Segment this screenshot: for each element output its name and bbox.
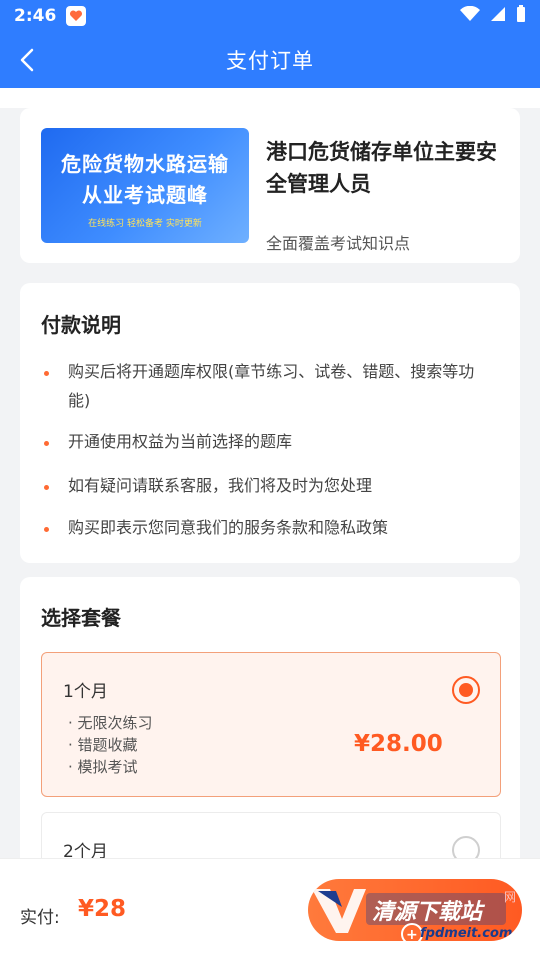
svg-text:+: + [406, 927, 418, 941]
bullet-dot [44, 527, 49, 532]
status-time: 2:46 [14, 6, 57, 26]
cover-line-1: 危险货物水路运输 [61, 152, 229, 176]
signal-icon [490, 6, 506, 27]
product-subtitle: 全面覆盖考试知识点 [266, 234, 411, 253]
plan-name: 2个月 [63, 842, 108, 858]
plan-option-1-month[interactable]: 1个月 · 无限次练习 · 错题收藏 · 模拟考试 ¥28.00 [41, 652, 501, 797]
payment-note-item: 开通使用权益为当前选择的题库 [68, 432, 293, 451]
scroll-content[interactable]: 危险货物水路运输 从业考试题峰 在线练习 轻松备考 实时更新 港口危货储存单位主… [0, 88, 540, 858]
plan-feature: · 模拟考试 [68, 758, 138, 776]
status-bar: 2:46 [0, 0, 540, 32]
radio-selected-icon[interactable] [452, 676, 480, 704]
bottom-pay-bar: 实付: ¥28 清源下载站 + fpdmeit.com 网 [0, 858, 540, 960]
payment-note-item: 购买后将开通题库权限(章节练习、试卷、错题、搜索等功能) [68, 362, 475, 410]
bullet-dot [44, 485, 49, 490]
payment-note-item: 如有疑问请联系客服，我们将及时为您处理 [68, 476, 373, 495]
cover-line-2: 从业考试题峰 [82, 183, 208, 207]
back-button[interactable] [8, 40, 48, 80]
product-card: 危险货物水路运输 从业考试题峰 在线练习 轻松备考 实时更新 港口危货储存单位主… [20, 108, 520, 263]
pay-label: 实付: [20, 908, 60, 928]
plan-option-2-months[interactable]: 2个月 [41, 812, 501, 858]
bullet-dot [44, 441, 49, 446]
pay-amount: ¥28 [78, 896, 127, 922]
page-title: 支付订单 [226, 49, 314, 73]
pay-button[interactable]: 清源下载站 + fpdmeit.com 网 [308, 879, 522, 941]
logo-text: 清源下载站 [372, 900, 486, 925]
plan-price: ¥28.00 [354, 731, 443, 757]
back-arrow-icon [20, 48, 34, 72]
bullet-dot [44, 371, 49, 376]
app-notification-icon [66, 6, 87, 26]
battery-icon [516, 4, 526, 28]
product-title: 港口危货储存单位主要安全管理人员 [266, 140, 497, 196]
plan-heading: 选择套餐 [41, 606, 121, 630]
watermark-url: fpdmeit.com [420, 926, 512, 941]
plan-feature: · 无限次练习 [68, 714, 153, 732]
payment-notes-card: 付款说明 购买后将开通题库权限(章节练习、试卷、错题、搜索等功能) 开通使用权益… [20, 283, 520, 563]
plan-feature: · 错题收藏 [68, 736, 138, 754]
radio-unselected-icon[interactable] [452, 836, 480, 858]
payment-notes-heading: 付款说明 [41, 313, 121, 337]
plan-selection-card: 选择套餐 1个月 · 无限次练习 · 错题收藏 · 模拟考试 ¥28.00 2个… [20, 577, 520, 858]
app-bar: 支付订单 [0, 32, 540, 88]
plan-name: 1个月 [63, 682, 108, 702]
watermark-logo: 清源下载站 + fpdmeit.com 网 [312, 889, 516, 941]
watermark-suffix: 网 [504, 890, 516, 904]
wifi-icon [460, 5, 480, 27]
payment-note-item: 购买即表示您同意我们的服务条款和隐私政策 [68, 518, 389, 537]
cover-tagline: 在线练习 轻松备考 实时更新 [88, 219, 202, 229]
question-bank-cover: 危险货物水路运输 从业考试题峰 在线练习 轻松备考 实时更新 [41, 128, 249, 243]
